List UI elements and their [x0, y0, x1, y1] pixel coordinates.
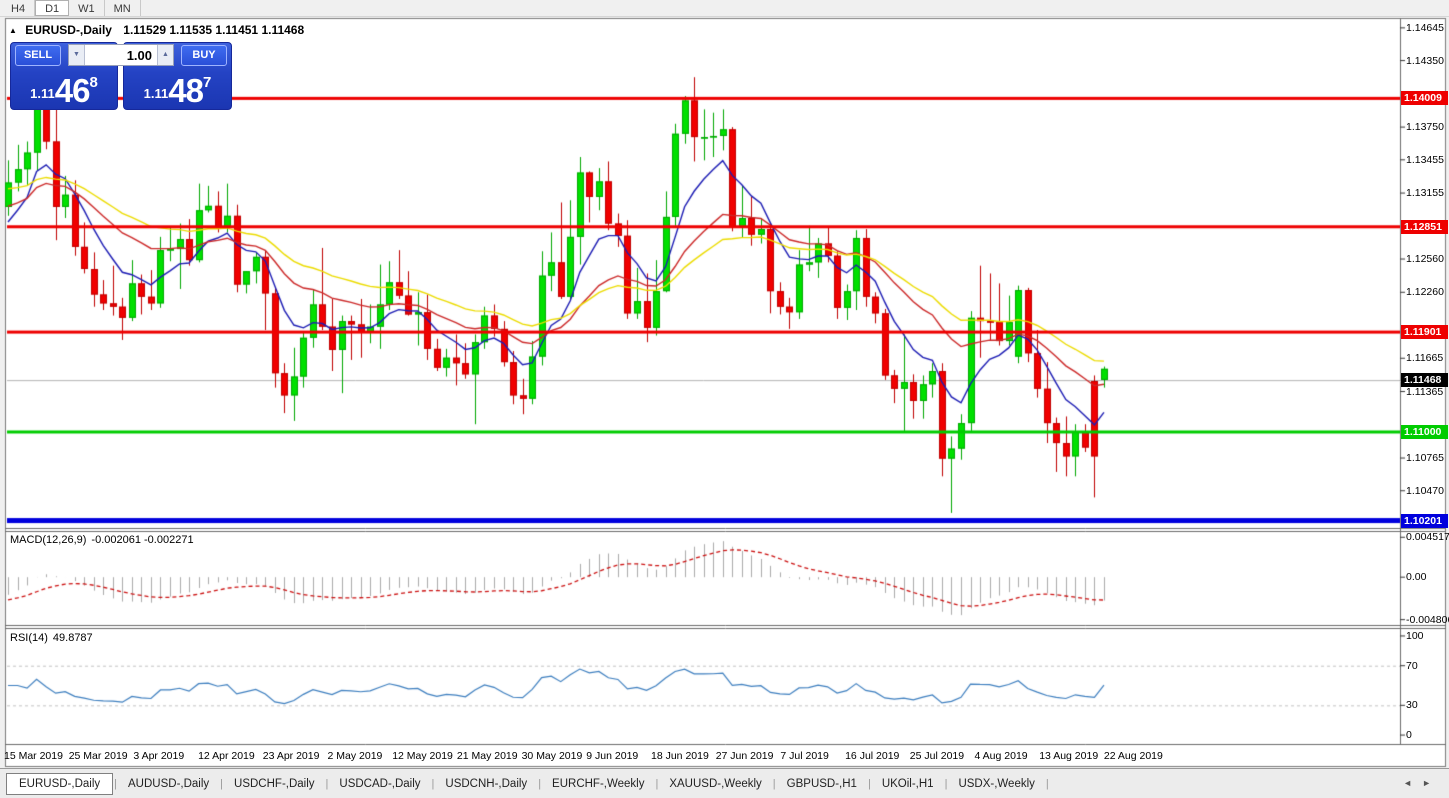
collapse-panel-icon[interactable]: ▲ — [9, 26, 17, 35]
date-axis-label: 25 Mar 2019 — [69, 750, 128, 762]
chart-ohlc-values: 1.11529 1.11535 1.11451 1.11468 — [123, 23, 304, 37]
rsi-name: RSI(14) — [10, 632, 48, 644]
date-axis-label: 4 Aug 2019 — [975, 750, 1028, 762]
tab-separator: | — [1045, 778, 1050, 790]
volume-input[interactable] — [85, 45, 157, 65]
tab-usdx-weekly[interactable]: USDX-,Weekly — [948, 774, 1044, 794]
price-tick-label: 1.12260 — [1406, 285, 1449, 299]
support-badge-blue: 1.10201 — [1401, 514, 1448, 528]
chart-title: ▲ EURUSD-,Daily 1.11529 1.11535 1.11451 … — [9, 23, 304, 37]
date-axis-label: 22 Aug 2019 — [1104, 750, 1163, 762]
price-tick-label: 1.13750 — [1406, 120, 1449, 134]
rsi-tick-label: 70 — [1406, 659, 1449, 673]
tabs-scroll-left-icon[interactable]: ◄ — [1403, 778, 1422, 788]
tab-xauusd-weekly[interactable]: XAUUSD-,Weekly — [659, 774, 771, 794]
price-tick-label: 1.13455 — [1406, 153, 1449, 167]
tab-eurchf-weekly[interactable]: EURCHF-,Weekly — [542, 774, 654, 794]
date-axis-label: 23 Apr 2019 — [263, 750, 320, 762]
tabs-scroll-right-icon[interactable]: ► — [1422, 778, 1441, 788]
date-axis-label: 7 Jul 2019 — [780, 750, 828, 762]
rsi-tick-label: 100 — [1406, 629, 1449, 643]
support-badge-green: 1.11000 — [1401, 425, 1448, 439]
date-axis-label: 9 Jun 2019 — [586, 750, 638, 762]
date-axis-label: 3 Apr 2019 — [133, 750, 184, 762]
tab-audusd-daily[interactable]: AUDUSD-,Daily — [118, 774, 219, 794]
sell-button[interactable]: SELL — [15, 45, 61, 66]
buy-price-pip: 7 — [203, 74, 211, 91]
sell-price: 1.11468 — [11, 74, 117, 106]
resistance-badge-2: 1.12851 — [1401, 220, 1448, 234]
price-tick-label: 1.10765 — [1406, 451, 1449, 465]
date-axis-label: 16 Jul 2019 — [845, 750, 899, 762]
rsi-indicator-label: RSI(14) 49.8787 — [10, 632, 93, 644]
tab-usdcnh-daily[interactable]: USDCNH-,Daily — [435, 774, 537, 794]
price-tick-label: 1.14350 — [1406, 54, 1449, 68]
macd-tick-label: 0.00 — [1406, 570, 1449, 584]
macd-name: MACD(12,26,9) — [10, 534, 86, 546]
tab-usdchf-daily[interactable]: USDCHF-,Daily — [224, 774, 325, 794]
price-tick-label: 1.11665 — [1406, 351, 1449, 365]
chart-canvas[interactable] — [0, 0, 1449, 798]
buy-price: 1.11487 — [124, 74, 231, 106]
macd-tick-label: 0.004517 — [1406, 530, 1449, 544]
chart-symbol-label: EURUSD-,Daily — [25, 23, 112, 37]
date-axis-label: 27 Jun 2019 — [716, 750, 774, 762]
rsi-tick-label: 0 — [1406, 728, 1449, 742]
price-tick-label: 1.13155 — [1406, 186, 1449, 200]
buy-price-big: 48 — [168, 75, 203, 106]
tab-ukoil-h1[interactable]: UKOil-,H1 — [872, 774, 944, 794]
date-axis-label: 18 Jun 2019 — [651, 750, 709, 762]
tab-usdcad-daily[interactable]: USDCAD-,Daily — [329, 774, 430, 794]
tab-eurusd-daily[interactable]: EURUSD-,Daily — [6, 773, 113, 795]
resistance-badge-1: 1.14009 — [1401, 91, 1448, 105]
macd-tick-label: -0.004806 — [1406, 613, 1449, 627]
sell-price-pip: 8 — [89, 74, 97, 91]
buy-price-prefix: 1.11 — [144, 86, 169, 101]
one-click-trade-panel: SELL 1.11468 BUY 1.11487 ▼ ▲ — [10, 42, 232, 110]
resistance-badge-3: 1.11901 — [1401, 325, 1448, 339]
rsi-tick-label: 30 — [1406, 698, 1449, 712]
price-tick-label: 1.12560 — [1406, 252, 1449, 266]
price-tick-label: 1.10470 — [1406, 484, 1449, 498]
date-axis-label: 25 Jul 2019 — [910, 750, 964, 762]
symbol-tabbar: EURUSD-,Daily | AUDUSD-,Daily | USDCHF-,… — [0, 768, 1449, 798]
price-tick-label: 1.14645 — [1406, 21, 1449, 35]
volume-decrease-icon[interactable]: ▼ — [69, 45, 85, 65]
date-axis-label: 15 Mar 2019 — [4, 750, 63, 762]
tab-gbpusd-h1[interactable]: GBPUSD-,H1 — [777, 774, 867, 794]
date-axis-label: 12 Apr 2019 — [198, 750, 255, 762]
volume-increase-icon[interactable]: ▲ — [157, 45, 173, 65]
date-axis-label: 21 May 2019 — [457, 750, 518, 762]
date-axis-label: 12 May 2019 — [392, 750, 453, 762]
rsi-value: 49.8787 — [53, 632, 93, 644]
volume-stepper: ▼ ▲ — [68, 44, 174, 66]
sell-price-big: 46 — [55, 75, 90, 106]
date-axis-label: 2 May 2019 — [328, 750, 383, 762]
date-axis-label: 13 Aug 2019 — [1039, 750, 1098, 762]
buy-button[interactable]: BUY — [181, 45, 227, 66]
sell-price-prefix: 1.11 — [30, 86, 55, 101]
current-price-badge: 1.11468 — [1401, 373, 1448, 387]
date-axis-label: 30 May 2019 — [522, 750, 583, 762]
macd-values: -0.002061 -0.002271 — [91, 534, 193, 546]
macd-indicator-label: MACD(12,26,9) -0.002061 -0.002271 — [10, 534, 194, 546]
